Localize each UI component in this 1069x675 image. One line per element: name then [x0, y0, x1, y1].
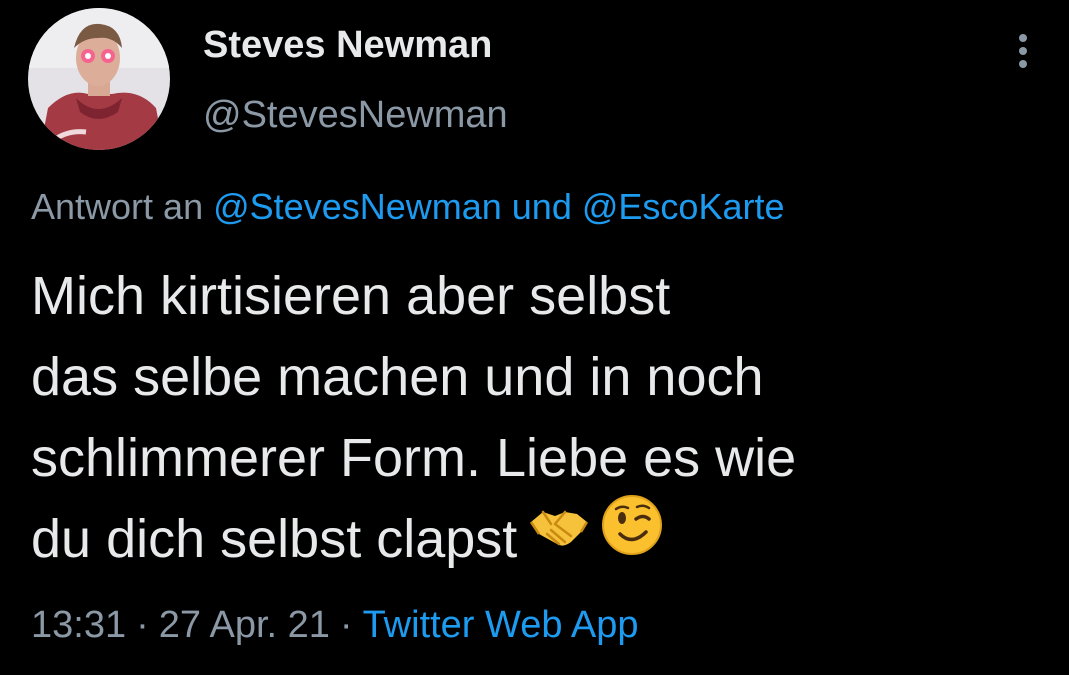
meta-separator: ·	[136, 604, 149, 646]
reply-mention-link[interactable]: @StevesNewman	[213, 186, 502, 227]
tweet-text-line: das selbe machen und in noch	[31, 347, 764, 407]
avatar[interactable]	[28, 8, 170, 150]
profile-photo-icon	[28, 8, 170, 150]
meta-separator: ·	[339, 604, 353, 646]
reply-conjunction[interactable]: und	[512, 186, 572, 227]
reply-prefix: Antwort an	[31, 186, 204, 227]
tweet-text-line: du dich selbst clapst	[31, 509, 518, 569]
tweet-text-line: schlimmerer Form. Liebe es wie	[31, 428, 797, 488]
tweet-text: Mich kirtisieren aber selbst das selbe m…	[31, 256, 1031, 580]
tweet-source-link[interactable]: Twitter Web App	[363, 604, 639, 646]
handshake-emoji	[527, 496, 591, 577]
tweet-time: 13:31	[31, 604, 127, 646]
tweet-text-line-last: du dich selbst clapst	[31, 495, 1031, 580]
tweet: Steves Newman @StevesNewman Antwort an @…	[0, 0, 1069, 675]
reply-mention-link[interactable]: @EscoKarte	[582, 186, 785, 227]
winking-face-emoji	[601, 494, 663, 579]
tweet-date: 27 Apr. 21	[158, 604, 330, 646]
more-options-button[interactable]	[1004, 28, 1042, 72]
reply-context: Antwort an @StevesNewman und @EscoKarte	[31, 186, 785, 228]
tweet-text-line: Mich kirtisieren aber selbst	[31, 266, 671, 326]
tweet-meta: 13:31 · 27 Apr. 21 · Twitter Web App	[31, 604, 639, 647]
author-handle[interactable]: @StevesNewman	[203, 94, 508, 137]
author-display-name[interactable]: Steves Newman	[203, 24, 492, 67]
